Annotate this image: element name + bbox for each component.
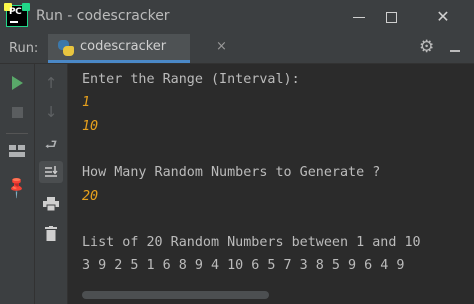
horizontal-scrollbar[interactable] [82,291,269,299]
maximize-button[interactable] [368,0,414,34]
play-icon [11,76,23,90]
clear-all-button[interactable] [39,222,63,244]
layout-button[interactable] [5,140,29,162]
console-line-input-end: 10 [82,119,99,134]
console-line-input-count: 20 [82,189,99,204]
pin-icon: 📌 [3,173,30,200]
stop-button[interactable] [5,101,29,123]
run-toolwindow-header: Run: codescracker × ⚙ [0,34,474,64]
soft-wrap-button[interactable]: ⮐ [39,134,63,156]
trash-icon [45,225,57,241]
stop-icon [11,106,23,118]
gear-icon[interactable]: ⚙ [419,39,434,56]
console-line-result-header: List of 20 Random Numbers between 1 and … [82,235,421,250]
console-line-input-start: 1 [82,95,91,110]
app-icon-text: PC [9,7,22,17]
console-line-prompt-count: How Many Random Numbers to Generate ? [82,165,381,180]
down-stack-button[interactable]: ↓ [39,101,63,123]
pycharm-logo-icon: PC [4,3,30,27]
run-label: Run: [9,41,39,56]
console-line-prompt-range: Enter the Range (Interval): [82,72,300,87]
run-tab-label: codescracker [80,39,167,54]
python-icon [58,40,74,56]
run-config-tab[interactable]: codescracker × [48,34,227,63]
layout-icon [9,145,25,157]
scroll-to-end-icon [45,166,58,177]
title-bar: PC Run - codescracker ✕ [0,0,474,34]
arrow-up-icon: ↑ [44,73,58,92]
pin-tab-button[interactable]: 📌 [3,173,30,200]
close-button[interactable]: ✕ [420,0,466,34]
up-stack-button[interactable]: ↑ [39,72,63,94]
window-title: Run - codescracker [36,8,170,24]
rerun-button[interactable] [5,72,29,94]
tab-close-icon[interactable]: × [216,39,227,54]
run-toolbar-secondary: ↑ ↓ ⮐ [34,64,68,304]
close-icon: ✕ [436,7,450,26]
console-output[interactable]: Enter the Range (Interval): 1 10 How Man… [68,64,474,304]
hide-panel-icon[interactable] [450,50,460,52]
print-icon [43,197,59,211]
scroll-to-end-button[interactable] [39,161,63,183]
arrow-down-icon: ↓ [44,102,58,121]
run-toolbar-primary: 📌 [0,64,34,304]
maximize-icon [385,11,397,23]
console-line-result-values: 3 9 2 5 1 6 8 9 4 10 6 5 7 3 8 5 9 6 4 9 [82,258,405,273]
soft-wrap-icon: ⮐ [44,137,58,153]
print-button[interactable] [39,193,63,215]
minimize-icon [353,16,365,18]
